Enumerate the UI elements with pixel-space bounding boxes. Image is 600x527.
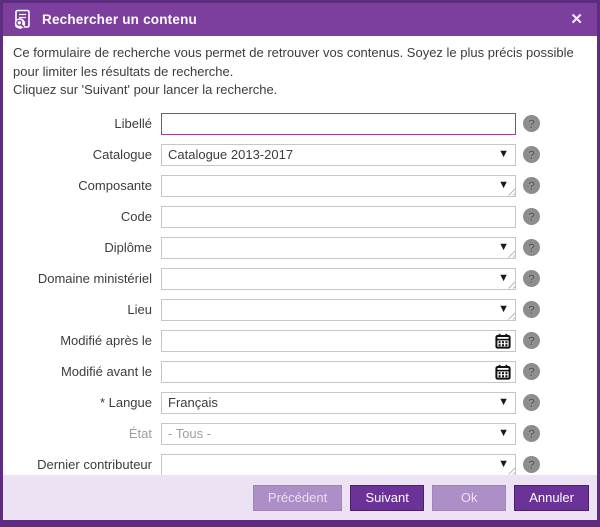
help-icon[interactable]: ? [523, 115, 540, 132]
modifie-apres-le-label: Modifié après le [13, 333, 161, 348]
catalogue-select-value: Catalogue 2013-2017 [168, 147, 494, 162]
langue-select-value: Français [168, 395, 494, 410]
etat-select-value: - Tous - [168, 426, 494, 441]
field-row-composante: Composante ▼ ? [13, 175, 587, 197]
modifie-avant-le-label: Modifié avant le [13, 364, 161, 379]
field-row-dernier-contributeur: Dernier contributeur ▼ ? [13, 454, 587, 476]
search-document-icon [11, 8, 35, 32]
help-icon[interactable]: ? [523, 270, 540, 287]
help-icon[interactable]: ? [523, 208, 540, 225]
modifie-apres-le-date-input[interactable] [168, 333, 495, 348]
catalogue-select[interactable]: Catalogue 2013-2017 ▼ [161, 144, 516, 166]
dialog-titlebar: Rechercher un contenu ✕ [3, 3, 597, 36]
help-icon[interactable]: ? [523, 177, 540, 194]
dropdown-arrow-icon: ▼ [498, 304, 509, 315]
calendar-icon[interactable] [495, 333, 511, 349]
libelle-input[interactable] [161, 113, 516, 135]
close-icon[interactable]: ✕ [566, 10, 587, 29]
composante-select[interactable]: ▼ [161, 175, 516, 197]
dialog-title: Rechercher un contenu [42, 12, 566, 27]
help-icon[interactable]: ? [523, 394, 540, 411]
dropdown-arrow-icon: ▼ [498, 397, 509, 408]
field-row-modifie-avant-le: Modifié avant le [13, 361, 587, 383]
diplome-label: Diplôme [13, 240, 161, 255]
help-icon[interactable]: ? [523, 301, 540, 318]
dernier-contributeur-select[interactable]: ▼ [161, 454, 516, 476]
dropdown-arrow-icon: ▼ [498, 428, 509, 439]
code-input[interactable] [161, 206, 516, 228]
calendar-icon[interactable] [495, 364, 511, 380]
help-icon[interactable]: ? [523, 239, 540, 256]
description-line-2: Cliquez sur 'Suivant' pour lancer la rec… [13, 81, 587, 100]
field-row-modifie-apres-le: Modifié après le [13, 330, 587, 352]
domaine-ministeriel-select[interactable]: ▼ [161, 268, 516, 290]
catalogue-label: Catalogue [13, 147, 161, 162]
langue-select[interactable]: Français ▼ [161, 392, 516, 414]
etat-select[interactable]: - Tous - ▼ [161, 423, 516, 445]
dropdown-arrow-icon: ▼ [498, 242, 509, 253]
field-row-langue: * Langue Français ▼ ? [13, 392, 587, 414]
search-content-dialog: Rechercher un contenu ✕ Ce formulaire de… [0, 0, 600, 527]
precedent-button[interactable]: Précédent [253, 485, 342, 511]
description-line-1: Ce formulaire de recherche vous permet d… [13, 44, 587, 81]
diplome-select[interactable]: ▼ [161, 237, 516, 259]
dialog-body: Ce formulaire de recherche vous permet d… [3, 36, 597, 475]
langue-label: * Langue [13, 395, 161, 410]
dropdown-arrow-icon: ▼ [498, 273, 509, 284]
dialog-description: Ce formulaire de recherche vous permet d… [13, 44, 587, 100]
libelle-label: Libellé [13, 116, 161, 131]
dialog-footer: Précédent Suivant Ok Annuler [3, 475, 597, 520]
help-icon[interactable]: ? [523, 146, 540, 163]
domaine-ministeriel-label: Domaine ministériel [13, 271, 161, 286]
dropdown-arrow-icon: ▼ [498, 459, 509, 470]
etat-label: État [13, 426, 161, 441]
field-row-etat: État - Tous - ▼ ? [13, 423, 587, 445]
help-icon[interactable]: ? [523, 456, 540, 473]
field-row-libelle: Libellé ? [13, 113, 587, 135]
suivant-button[interactable]: Suivant [350, 485, 424, 511]
field-row-lieu: Lieu ▼ ? [13, 299, 587, 321]
field-row-catalogue: Catalogue Catalogue 2013-2017 ▼ ? [13, 144, 587, 166]
help-icon[interactable]: ? [523, 425, 540, 442]
lieu-select[interactable]: ▼ [161, 299, 516, 321]
help-icon[interactable]: ? [523, 332, 540, 349]
dropdown-arrow-icon: ▼ [498, 180, 509, 191]
field-row-diplome: Diplôme ▼ ? [13, 237, 587, 259]
code-label: Code [13, 209, 161, 224]
dernier-contributeur-label: Dernier contributeur [13, 457, 161, 472]
field-row-domaine-ministeriel: Domaine ministériel ▼ ? [13, 268, 587, 290]
annuler-button[interactable]: Annuler [514, 485, 589, 511]
composante-label: Composante [13, 178, 161, 193]
help-icon[interactable]: ? [523, 363, 540, 380]
ok-button[interactable]: Ok [432, 485, 506, 511]
dropdown-arrow-icon: ▼ [498, 149, 509, 160]
lieu-label: Lieu [13, 302, 161, 317]
search-form: Libellé ? Catalogue Catalogue 2013-2017 … [13, 113, 587, 476]
field-row-code: Code ? [13, 206, 587, 228]
modifie-avant-le-date-input[interactable] [168, 364, 495, 379]
